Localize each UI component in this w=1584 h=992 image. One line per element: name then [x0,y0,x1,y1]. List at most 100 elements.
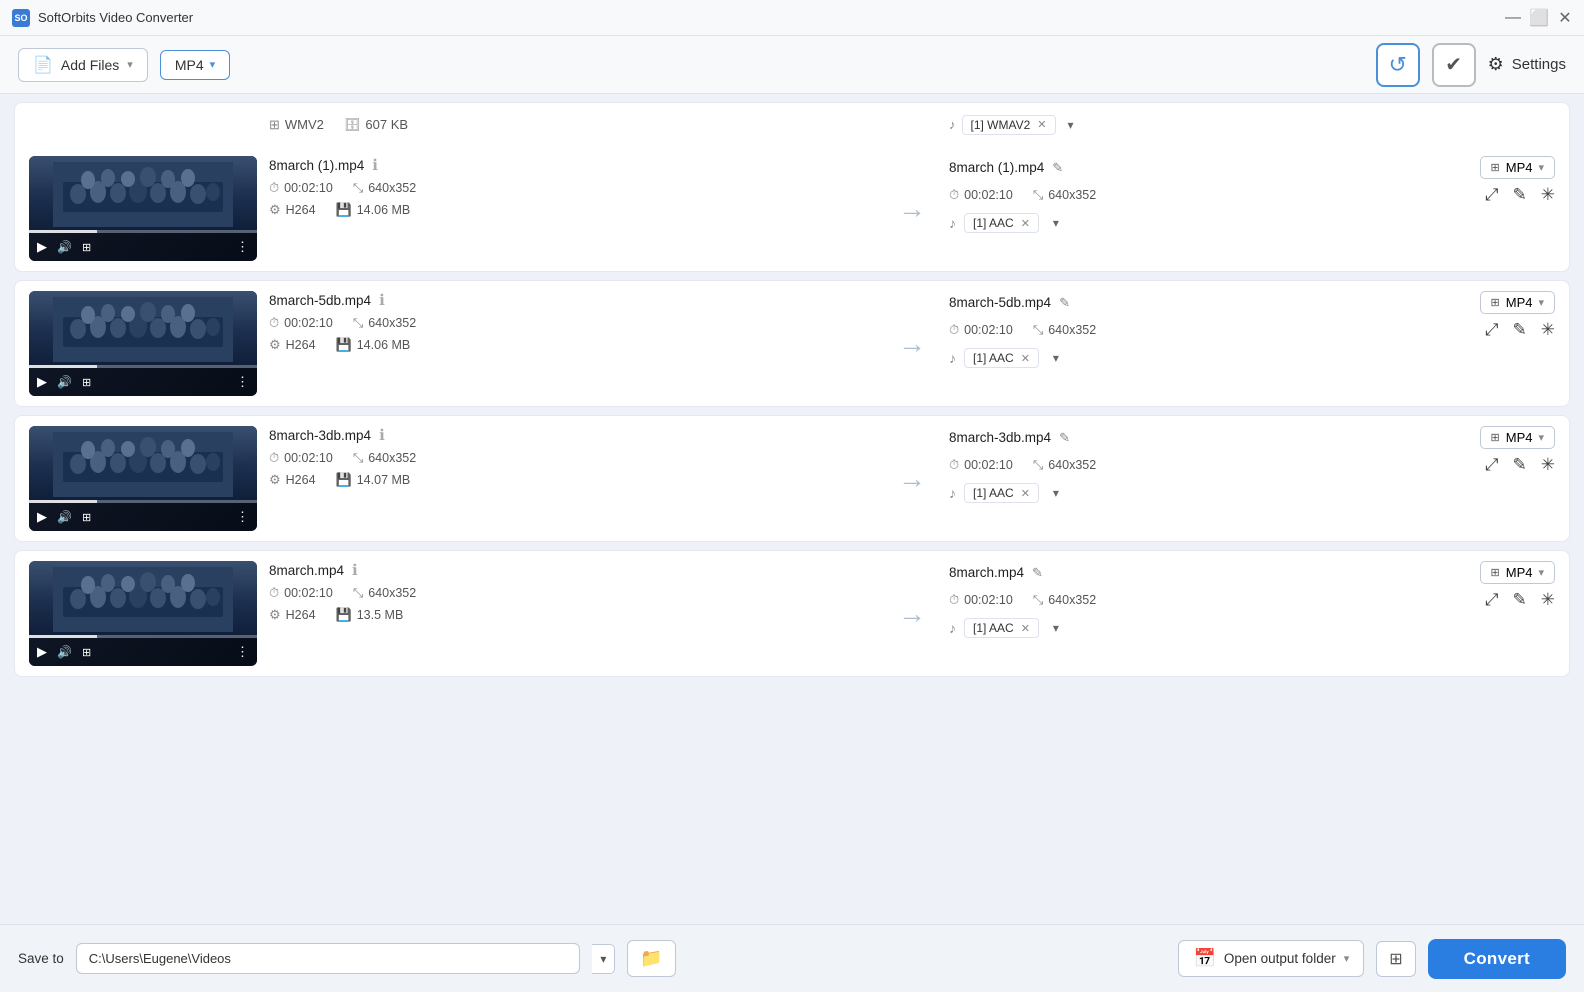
format-chevron-icon: ▾ [210,58,216,71]
info-icon[interactable]: ℹ [352,561,358,579]
codec-icon: ⚙ [269,472,281,488]
audio-tag: [1] AAC ✕ [964,618,1039,638]
arrow-column: → [887,561,937,666]
crop-icon[interactable]: ⤢ [1485,590,1499,610]
convert-arrow-icon: → [898,463,926,495]
effects-icon[interactable]: ✳ [1541,320,1555,340]
audio-remove-icon[interactable]: ✕ [1021,352,1030,365]
play-icon[interactable]: ▶ [37,509,47,525]
maximize-button[interactable]: ⬜ [1532,11,1546,25]
info-icon[interactable]: ℹ [379,291,385,309]
audio-icon: ♪ [949,215,956,231]
grid-icon[interactable]: ⊞ [82,376,91,389]
add-files-button[interactable]: 📄 Add Files ▾ [18,48,148,82]
output-filename: 8march-5db.mp4 [949,295,1051,310]
audio-dropdown-icon[interactable]: ▾ [1053,621,1059,635]
grid-icon[interactable]: ⊞ [82,241,91,254]
effects-icon[interactable]: ✳ [1541,455,1555,475]
format-grid-icon: ⊞ [1491,296,1500,309]
out-resolution: 640x352 [1048,593,1096,607]
crop-icon[interactable]: ⤢ [1485,320,1499,340]
audio-icon: ♪ [949,620,956,636]
calendar-icon: 📅 [1193,948,1215,969]
out-duration: 00:02:10 [964,593,1013,607]
audio-dropdown-icon[interactable]: ▾ [1053,486,1059,500]
edit-filename-icon[interactable]: ✎ [1059,430,1070,446]
edit-icon[interactable]: ✎ [1513,320,1527,340]
filesize: 14.07 MB [357,473,411,487]
format-selector-button[interactable]: MP4 ▾ [160,50,230,80]
output-format-button[interactable]: ⊞ MP4 ▾ [1480,561,1555,584]
volume-icon[interactable]: 🔊 [57,645,72,659]
effects-icon[interactable]: ✳ [1541,185,1555,205]
audio-remove-icon[interactable]: ✕ [1021,622,1030,635]
crop-icon[interactable]: ⤢ [1485,185,1499,205]
audio-remove-icon[interactable]: ✕ [1021,487,1030,500]
thumbnail[interactable]: ▶ 🔊 ⊞ ⋮ [29,426,257,531]
play-icon[interactable]: ▶ [37,644,47,660]
more-icon[interactable]: ⋮ [236,644,249,660]
thumbnail[interactable]: ▶ 🔊 ⊞ ⋮ [29,291,257,396]
add-files-chevron-icon: ▾ [127,58,133,71]
output-format-label: MP4 [1506,430,1533,445]
output-format-button[interactable]: ⊞ MP4 ▾ [1480,426,1555,449]
close-button[interactable]: ✕ [1558,11,1572,25]
volume-icon[interactable]: 🔊 [57,375,72,389]
edit-icon[interactable]: ✎ [1513,185,1527,205]
resolution: 640x352 [368,451,416,465]
titlebar: SO SoftOrbits Video Converter — ⬜ ✕ [0,0,1584,36]
resize-icon: ⤡ [353,450,363,466]
convert-arrow-icon: → [898,328,926,360]
file-info-right: 8march-5db.mp4 ✎ ⊞ MP4 ▾ ⏱ 00:02:10 ⤡ 64… [949,291,1555,396]
convert-button[interactable]: Convert [1428,939,1566,979]
output-format-button[interactable]: ⊞ MP4 ▾ [1480,156,1555,179]
more-icon[interactable]: ⋮ [236,509,249,525]
thumbnail[interactable]: ▶ 🔊 ⊞ ⋮ [29,561,257,666]
edit-filename-icon[interactable]: ✎ [1032,565,1043,581]
edit-filename-icon[interactable]: ✎ [1052,160,1063,176]
storage-icon: 💾 [336,202,352,218]
codec-icon: ⚙ [269,607,281,623]
edit-icon[interactable]: ✎ [1513,590,1527,610]
file-info-right: 8march.mp4 ✎ ⊞ MP4 ▾ ⏱ 00:02:10 ⤡ 640x35… [949,561,1555,666]
grid-icon[interactable]: ⊞ [82,646,91,659]
grid-icon[interactable]: ⊞ [82,511,91,524]
crop-icon[interactable]: ⤢ [1485,455,1499,475]
volume-icon[interactable]: 🔊 [57,240,72,254]
audio-dropdown-icon[interactable]: ▾ [1053,351,1059,365]
save-path-dropdown-button[interactable]: ▾ [592,944,615,974]
output-format-label: MP4 [1506,295,1533,310]
save-to-label: Save to [18,951,64,966]
info-icon[interactable]: ℹ [379,426,385,444]
thumbnail[interactable]: ▶ 🔊 ⊞ ⋮ [29,156,257,261]
info-icon[interactable]: ℹ [372,156,378,174]
audio-remove-icon[interactable]: ✕ [1021,217,1030,230]
out-resize-icon: ⤡ [1033,457,1043,473]
app-title: SoftOrbits Video Converter [38,10,1506,25]
scrolled-audio-close[interactable]: ✕ [1037,118,1046,131]
settings-button[interactable]: ⚙ Settings [1488,54,1566,75]
effects-icon[interactable]: ✳ [1541,590,1555,610]
minimize-button[interactable]: — [1506,11,1520,25]
audio-dropdown-icon[interactable]: ▾ [1053,216,1059,230]
more-icon[interactable]: ⋮ [236,374,249,390]
reset-button[interactable]: ↺ [1376,43,1420,87]
edit-filename-icon[interactable]: ✎ [1059,295,1070,311]
checkmark-button[interactable]: ✔ [1432,43,1476,87]
open-output-folder-button[interactable]: 📅 Open output folder ▾ [1178,940,1364,977]
play-icon[interactable]: ▶ [37,239,47,255]
output-format-chevron-icon: ▾ [1538,296,1544,309]
volume-icon[interactable]: 🔊 [57,510,72,524]
save-path-input[interactable] [76,943,581,974]
grid-view-button[interactable]: ⊞ [1376,941,1415,977]
play-icon[interactable]: ▶ [37,374,47,390]
filesize: 14.06 MB [357,338,411,352]
edit-icon[interactable]: ✎ [1513,455,1527,475]
browse-folder-button[interactable]: 📁 [627,940,675,977]
scrolled-audio-dropdown[interactable]: ▾ [1068,118,1074,132]
arrow-column: → [887,156,937,261]
duration: 00:02:10 [284,181,333,195]
file-row: ▶ 🔊 ⊞ ⋮ 8march-5db.mp4 ℹ ⏱ 00:02:10 ⤡ 64… [14,280,1570,407]
output-format-button[interactable]: ⊞ MP4 ▾ [1480,291,1555,314]
more-icon[interactable]: ⋮ [236,239,249,255]
